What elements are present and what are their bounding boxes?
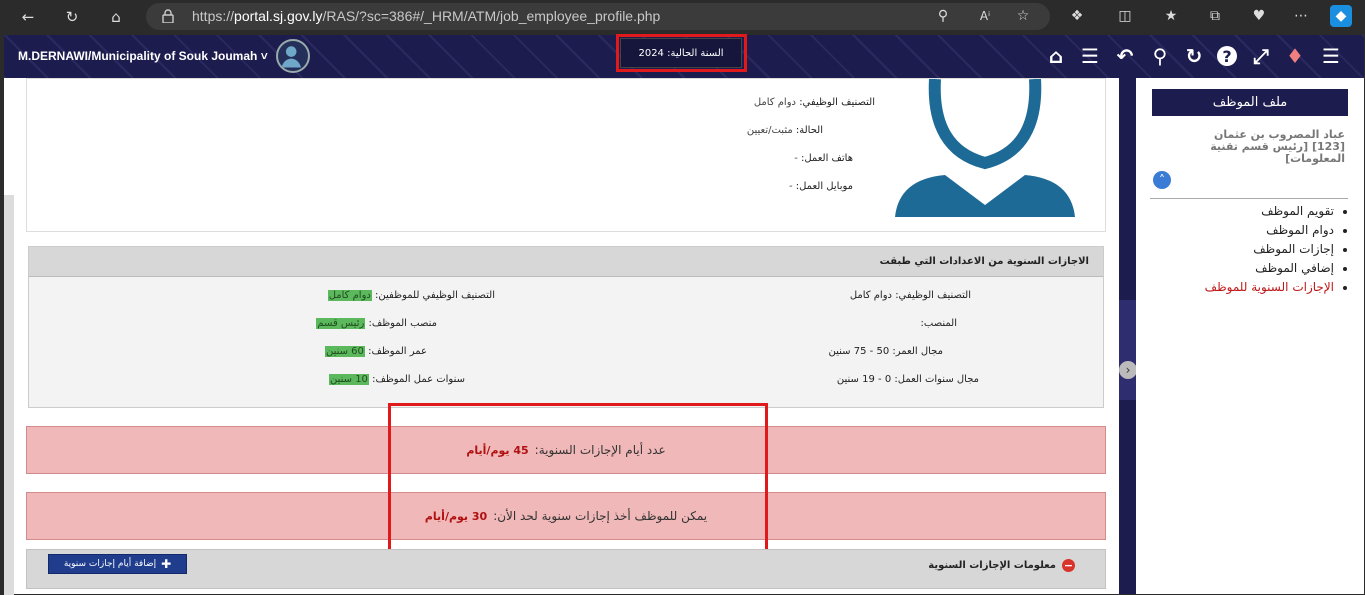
chevron-up-icon[interactable]: ˄ bbox=[1153, 171, 1171, 189]
user-avatar-icon bbox=[281, 46, 301, 68]
employee-classification: التصنيف الوظيفي للموظفين: دوام كامل bbox=[327, 290, 495, 301]
search-icon[interactable]: ⚲ bbox=[1147, 43, 1173, 69]
leave-info-title: معلومات الإجازات السنوية bbox=[928, 560, 1056, 571]
extensions-icon[interactable]: ❖ bbox=[1066, 5, 1088, 27]
status-field: الحالة: مثبت/تعيين bbox=[746, 125, 823, 136]
chevron-right-icon[interactable]: › bbox=[1119, 361, 1137, 379]
refresh-icon[interactable]: ↻ bbox=[60, 5, 84, 29]
setting-position: المنصب: bbox=[920, 318, 957, 329]
employee-name: عباد المصروب بن عثمان [123] [رئيس قسم تق… bbox=[1210, 128, 1345, 165]
add-annual-leave-button[interactable]: ✚ إضافة أيام إجازات سنوية bbox=[48, 554, 187, 574]
list-icon[interactable]: ☰ bbox=[1077, 43, 1103, 69]
back-icon[interactable]: ← bbox=[16, 5, 40, 29]
address-bar[interactable]: https://portal.sj.gov.ly/RAS/?sc=386#/_H… bbox=[146, 3, 1050, 30]
user-menu[interactable]: M.DERNAWI/Municipality of Souk Joumah ˅ bbox=[18, 49, 268, 63]
work-phone-field: هاتف العمل: - bbox=[794, 153, 853, 164]
home-icon[interactable]: ⌂ bbox=[104, 5, 128, 29]
undo-icon[interactable]: ↶ bbox=[1112, 43, 1138, 69]
sidebar-item-leaves[interactable]: إجازات الموظف bbox=[1150, 242, 1348, 256]
lock-icon bbox=[162, 9, 174, 23]
sidebar-item-annual-leave[interactable]: الإجازات السنوية للموظف bbox=[1150, 280, 1348, 294]
refresh-icon[interactable]: ↻ bbox=[1181, 43, 1207, 69]
fullscreen-icon[interactable]: ⤢ bbox=[1248, 43, 1274, 69]
section-title: الاجازات السنوية من الاعدادات التي طبقت bbox=[29, 247, 1103, 277]
sidebar-item-calendar[interactable]: تقويم الموظف bbox=[1150, 204, 1348, 218]
setting-age-range: مجال العمر: 50 - 75 سنين bbox=[828, 346, 943, 357]
plus-icon: ✚ bbox=[161, 557, 172, 571]
setting-years-range: مجال سنوات العمل: 0 - 19 سنين bbox=[836, 374, 979, 385]
employee-years: سنوات عمل الموظف: 10 سنين bbox=[328, 374, 465, 385]
avatar[interactable] bbox=[276, 39, 310, 73]
divider bbox=[1150, 198, 1348, 199]
applied-settings-section: الاجازات السنوية من الاعدادات التي طبقت … bbox=[28, 246, 1104, 408]
sidebar-item-overtime[interactable]: إضافي الموظف bbox=[1150, 261, 1348, 275]
employee-profile-card: التصنيف الوظيفي: دوام كامل الحالة: مثبت/… bbox=[26, 78, 1106, 232]
split-screen-icon[interactable]: ◫ bbox=[1114, 5, 1136, 27]
setting-classification: التصنيف الوظيفي: دوام كامل bbox=[849, 290, 971, 301]
read-aloud-icon[interactable]: Aⁱ bbox=[974, 5, 996, 27]
collections-icon[interactable]: ⧉ bbox=[1204, 5, 1226, 27]
sidebar-divider bbox=[1119, 78, 1136, 594]
scrollbar[interactable] bbox=[4, 195, 14, 595]
collapse-minus-icon[interactable]: − bbox=[1062, 559, 1075, 572]
employee-position: منصب الموظف: رئيس قسم bbox=[316, 318, 437, 329]
highlight-box-year bbox=[616, 34, 747, 72]
browser-toolbar: ← ↻ ⌂ https://portal.sj.gov.ly/RAS/?sc=3… bbox=[0, 0, 1365, 33]
help-icon[interactable]: ? bbox=[1214, 43, 1240, 69]
menu-icon[interactable]: ☰ bbox=[1318, 43, 1344, 69]
highlight-box-leave bbox=[388, 403, 768, 553]
url-text: https://portal.sj.gov.ly/RAS/?sc=386#/_H… bbox=[192, 8, 661, 24]
copilot-icon[interactable]: ◆ bbox=[1330, 5, 1352, 27]
bell-icon[interactable]: ♦ bbox=[1282, 43, 1308, 69]
zoom-icon[interactable]: ⚲ bbox=[932, 5, 954, 27]
favorites-icon[interactable]: ★ bbox=[1160, 5, 1182, 27]
sidebar-item-attendance[interactable]: دوام الموظف bbox=[1150, 223, 1348, 237]
work-mobile-field: موبايل العمل: - bbox=[788, 181, 853, 192]
health-icon[interactable]: ♥ bbox=[1248, 5, 1270, 27]
employee-avatar-icon bbox=[895, 79, 1075, 217]
sidebar-title: ملف الموظف bbox=[1152, 89, 1348, 116]
more-icon[interactable]: ⋯ bbox=[1290, 5, 1312, 27]
leave-info-header: − معلومات الإجازات السنوية bbox=[26, 549, 1106, 589]
chevron-down-icon: ˅ bbox=[260, 49, 268, 63]
employee-age: عمر الموظف: 60 سنين bbox=[324, 346, 427, 357]
favorite-star-icon[interactable]: ☆ bbox=[1012, 5, 1034, 27]
classification-field: التصنيف الوظيفي: دوام كامل bbox=[753, 97, 875, 108]
home-icon[interactable]: ⌂ bbox=[1043, 43, 1069, 69]
